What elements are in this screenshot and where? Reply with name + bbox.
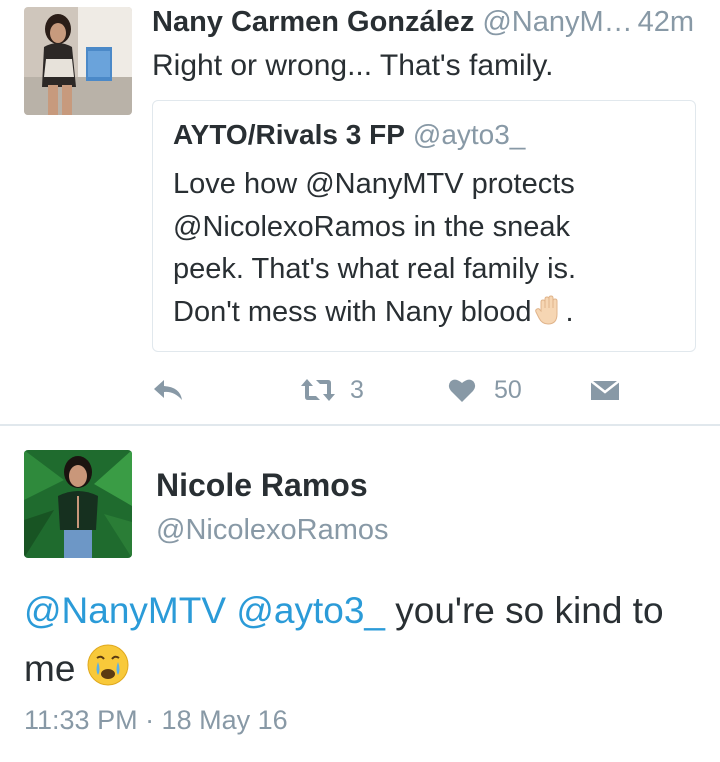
quoted-text-line: Love how @NanyMTV protects (173, 168, 575, 200)
author-handle[interactable]: @NicolexoRamos (156, 510, 389, 550)
avatar-nicole[interactable] (24, 450, 132, 558)
envelope-icon (590, 380, 620, 400)
crying-face-emoji (86, 643, 130, 704)
quoted-tweet[interactable]: AYTO/Rivals 3 FP @ayto3_ Love how @NanyMT… (152, 100, 696, 352)
raised-hand-emoji (532, 293, 566, 340)
tweet-text: Right or wrong... That's family. (152, 49, 554, 82)
tweet-timestamp[interactable]: 42m (638, 4, 694, 40)
tweet-text-line2: me (24, 648, 76, 689)
author-name[interactable]: Nicole Ramos (156, 464, 368, 506)
quoted-tweet-text: Love how @NanyMTV protects @NicolexoRamo… (173, 163, 673, 339)
tweet-header: Nany Carmen González @NanyM… 42m (152, 4, 702, 40)
avatar-photo-nany (24, 7, 132, 115)
quoted-tweet-header: AYTO/Rivals 3 FP @ayto3_ (173, 117, 525, 153)
tweet-text-rest: you're so kind to (384, 590, 664, 631)
like-count: 50 (494, 375, 522, 404)
reply-icon (154, 380, 182, 400)
mention-link[interactable]: @ayto3_ (236, 590, 385, 631)
retweet-count: 3 (350, 375, 364, 404)
author-handle[interactable]: @NanyM… (482, 6, 632, 38)
retweet-button[interactable]: 3 (300, 370, 364, 410)
tweet-divider (0, 424, 720, 426)
tweet-text: @NanyMTV @ayto3_ you're so kind to me (24, 582, 714, 704)
quoted-author-name: AYTO/Rivals 3 FP (173, 119, 405, 150)
avatar-nany[interactable] (24, 7, 132, 115)
mention-link[interactable]: @NanyMTV (24, 590, 226, 631)
tweet-actions: 3 50 (152, 370, 632, 410)
author-name[interactable]: Nany Carmen González (152, 6, 474, 38)
like-button[interactable]: 50 (448, 370, 522, 410)
quoted-text-line: @NicolexoRamos in the sneak (173, 210, 570, 243)
tweet-nany[interactable]: Nany Carmen González @NanyM… 42m Right or… (0, 0, 720, 424)
quoted-text-line-last: Don't mess with Nany blood. (173, 291, 673, 340)
quoted-text-line: peek. That's what real family is. (173, 253, 577, 285)
tweet-timestamp[interactable]: 11:33 PM · 18 May 16 (24, 702, 288, 738)
quoted-text-period: . (565, 295, 574, 328)
reply-button[interactable] (152, 370, 184, 410)
quoted-text-line-end: Don't mess with Nany blood (173, 295, 532, 328)
direct-message-button[interactable] (590, 370, 620, 410)
avatar-photo-nicole (24, 450, 132, 558)
retweet-icon (301, 379, 335, 401)
heart-icon (448, 379, 476, 402)
quoted-author-handle: @ayto3_ (412, 119, 526, 150)
